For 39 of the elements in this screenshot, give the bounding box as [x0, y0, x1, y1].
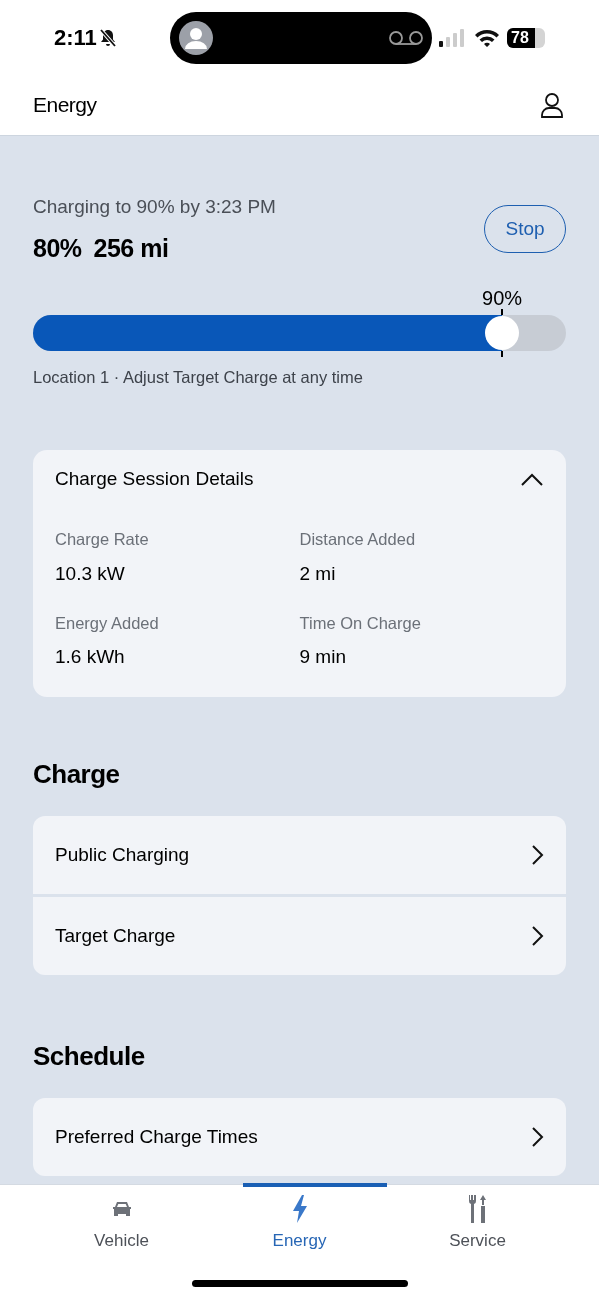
- detail-label: Distance Added: [299, 529, 417, 551]
- battery-level: 78: [510, 29, 529, 46]
- status-time: 2:11: [54, 24, 97, 52]
- detail-label: Charge Rate: [55, 529, 150, 551]
- lightning-icon: [290, 1193, 309, 1224]
- voicemail-icon: [388, 29, 424, 46]
- detail-label: Time On Charge: [299, 612, 422, 634]
- profile-button[interactable]: [538, 91, 566, 119]
- range-value: 256 mi: [93, 232, 169, 264]
- detail-value: 10.3 kW: [55, 562, 126, 586]
- tools-icon: [466, 1193, 489, 1224]
- row-label: Public Charging: [55, 842, 190, 867]
- charging-status: Charging to 90% by 3:23 PM: [33, 195, 276, 219]
- page-title: Energy: [33, 92, 97, 119]
- detail-value: 9 min: [299, 645, 347, 670]
- charging-note: Location 1 · Adjust Target Charge at any time: [33, 367, 364, 388]
- section-heading: Charge: [33, 757, 121, 791]
- list-row[interactable]: Public Charging: [33, 815, 566, 894]
- avatar-icon: [178, 19, 214, 56]
- tab-button[interactable]: Energy: [210, 1185, 389, 1265]
- detail-value: 1.6 kWh: [55, 645, 126, 670]
- chevron-right-icon: [532, 1126, 544, 1147]
- slider-thumb[interactable]: [485, 316, 520, 350]
- tab-button[interactable]: Vehicle: [32, 1185, 211, 1265]
- tab-button[interactable]: Service: [388, 1185, 567, 1265]
- card-title: Charge Session Details: [55, 466, 254, 491]
- list-row[interactable]: Target Charge: [33, 896, 566, 975]
- detail-label: Energy Added: [55, 612, 160, 634]
- row-label: Preferred Charge Times: [55, 1124, 258, 1149]
- wifi-icon: [474, 27, 500, 48]
- detail-value: 2 mi: [299, 562, 337, 586]
- target-label: 90%: [482, 286, 523, 311]
- signal-icon: [439, 27, 467, 48]
- charge-percent: 80%: [33, 232, 82, 264]
- section-heading: Schedule: [33, 1039, 146, 1073]
- list-row[interactable]: Preferred Charge Times: [33, 1097, 566, 1176]
- chevron-right-icon: [532, 844, 544, 865]
- chevron-right-icon: [532, 925, 544, 946]
- row-label: Target Charge: [55, 923, 176, 948]
